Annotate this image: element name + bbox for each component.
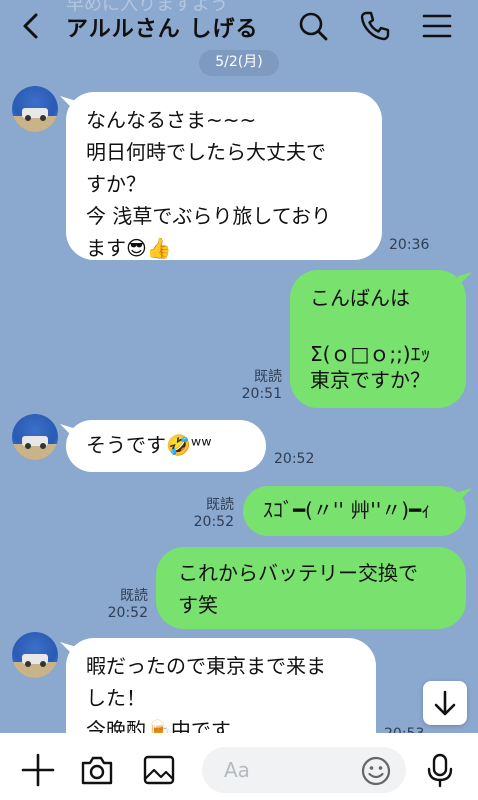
read-receipt: 既読 20:51: [230, 369, 282, 403]
message-line: す笑: [178, 593, 218, 617]
message-input-placeholder: Aa: [224, 758, 250, 782]
message-line: ます😎👍: [86, 236, 172, 260]
camera-icon[interactable]: [79, 752, 115, 788]
message-line: 今 浅草でぶらり旅しており: [86, 204, 332, 228]
message-line: ｽｺﾞ━(〃'' 艸''〃)━ｨ: [263, 498, 432, 522]
message-line: 明日何時でしたら大丈夫で: [86, 140, 326, 164]
message-time: 20:52: [274, 451, 315, 467]
read-receipt: 既読 20:52: [182, 497, 234, 531]
message-line: した！: [86, 686, 146, 710]
message-line: そうです🤣ʷʷ: [86, 433, 212, 457]
composer-bar: Aa: [0, 733, 478, 800]
plus-icon[interactable]: [20, 752, 56, 788]
bubble-tail: [458, 488, 472, 502]
back-icon[interactable]: [16, 10, 48, 42]
read-receipt: 既読 20:52: [96, 588, 148, 622]
message-time: 20:36: [389, 237, 430, 253]
message-bubble-outgoing[interactable]: こんばんは Σ(ｏ□ｏ;;)ｴｯ 東京ですか？: [290, 270, 466, 408]
message-line: これからバッテリー交換で: [178, 561, 418, 585]
read-label: 既読: [120, 588, 148, 604]
phone-icon[interactable]: [358, 9, 392, 43]
image-icon[interactable]: [141, 752, 177, 788]
message-bubble-incoming[interactable]: そうです🤣ʷʷ: [66, 420, 266, 472]
avatar[interactable]: [12, 632, 58, 678]
chat-header: 早めに入りますよう アルルさん しげる: [0, 0, 478, 52]
message-line: 東京ですか？: [310, 368, 430, 392]
message-bubble-outgoing[interactable]: これからバッテリー交換で す笑: [156, 547, 466, 629]
menu-icon[interactable]: [420, 9, 454, 43]
message-line: すか？: [86, 172, 146, 196]
read-label: 既読: [206, 497, 234, 513]
message-line: 暇だったので東京まで来ま: [86, 654, 326, 678]
message-time: 20:52: [193, 514, 234, 530]
avatar[interactable]: [12, 86, 58, 132]
message-input[interactable]: Aa: [202, 747, 406, 793]
chat-title: アルルさん しげる: [66, 17, 259, 42]
read-label: 既読: [254, 369, 282, 385]
search-icon[interactable]: [296, 9, 330, 43]
emoji-icon[interactable]: [360, 755, 392, 787]
bubble-tail: [458, 272, 472, 286]
message-line: [310, 314, 446, 338]
avatar[interactable]: [12, 414, 58, 460]
message-time: 20:51: [241, 386, 282, 402]
message-line: なんなるさま~~~: [86, 108, 257, 132]
scroll-to-bottom-button[interactable]: [423, 681, 467, 725]
arrow-down-icon: [434, 690, 456, 716]
message-line: こんばんは: [310, 286, 410, 310]
mic-icon[interactable]: [422, 752, 458, 788]
date-divider: 5/2(月): [199, 50, 279, 76]
message-bubble-incoming[interactable]: なんなるさま~~~ 明日何時でしたら大丈夫で すか？ 今 浅草でぶらり旅しており…: [66, 92, 382, 260]
message-time: 20:52: [107, 605, 148, 621]
message-bubble-outgoing[interactable]: ｽｺﾞ━(〃'' 艸''〃)━ｨ: [243, 486, 466, 536]
